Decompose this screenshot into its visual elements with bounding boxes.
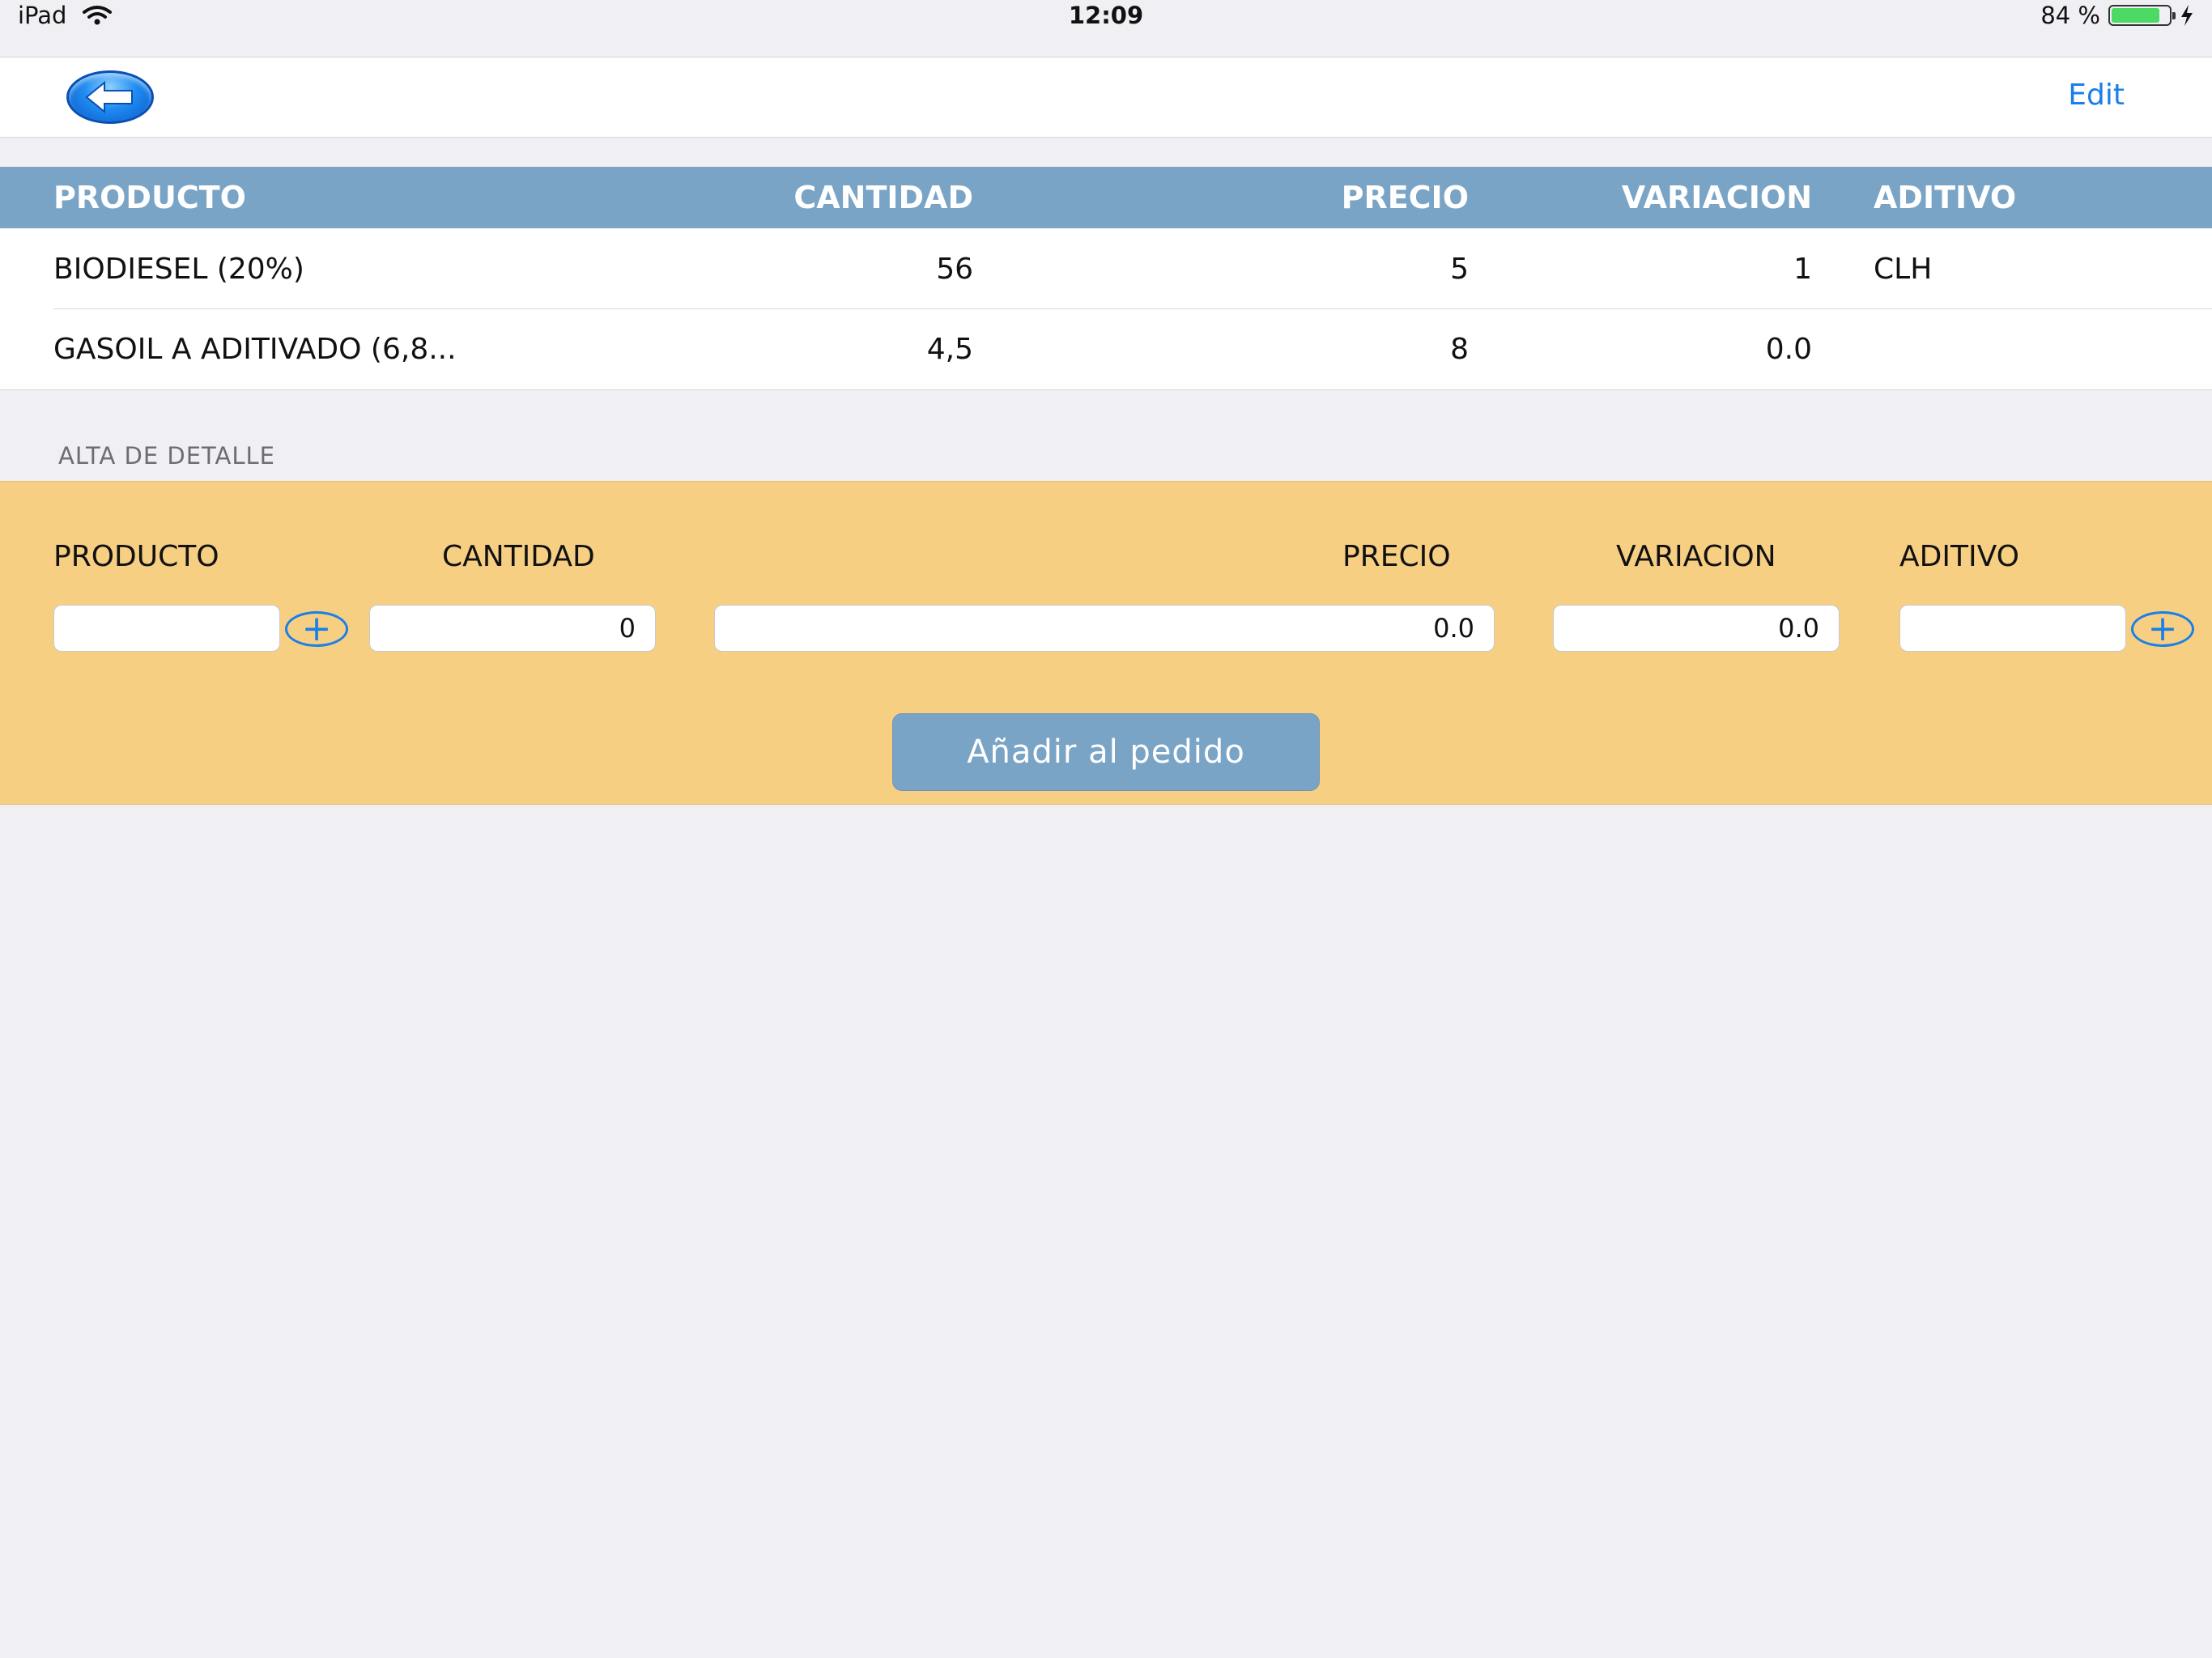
cell-variacion: 0.0 xyxy=(1765,333,1812,366)
header-precio: PRECIO xyxy=(1341,180,1469,215)
battery-percent: 84 % xyxy=(2040,2,2100,29)
label-cantidad: CANTIDAD xyxy=(442,540,595,573)
nav-bar: Edit xyxy=(0,57,2212,138)
status-time: 12:09 xyxy=(1068,2,1144,29)
cell-precio: 8 xyxy=(1450,333,1469,366)
battery-icon xyxy=(2108,5,2176,26)
aditivo-input[interactable] xyxy=(1899,605,2126,652)
table-header: PRODUCTO CANTIDAD PRECIO VARIACION ADITI… xyxy=(0,167,2212,228)
plus-icon: + xyxy=(2147,608,2178,649)
charging-icon xyxy=(2181,5,2193,26)
add-aditivo-button[interactable]: + xyxy=(2131,611,2194,647)
label-aditivo: ADITIVO xyxy=(1899,540,2019,573)
cell-cantidad: 4,5 xyxy=(926,333,973,366)
table-row[interactable]: GASOIL A ADITIVADO (6,8... 4,5 8 0.0 xyxy=(0,309,2212,390)
cell-aditivo: CLH xyxy=(1874,252,1933,286)
back-arrow-icon xyxy=(85,80,133,114)
header-cantidad: CANTIDAD xyxy=(793,180,973,215)
cantidad-input[interactable] xyxy=(369,605,656,652)
producto-input[interactable] xyxy=(53,605,280,652)
add-to-order-button[interactable]: Añadir al pedido xyxy=(892,713,1320,791)
header-aditivo: ADITIVO xyxy=(1874,180,2017,215)
add-producto-button[interactable]: + xyxy=(285,611,348,647)
label-precio: PRECIO xyxy=(1342,540,1451,573)
label-variacion: VARIACION xyxy=(1616,540,1776,573)
precio-input[interactable] xyxy=(714,605,1495,652)
status-right: 84 % xyxy=(2040,2,2194,29)
section-label-alta-detalle: ALTA DE DETALLE xyxy=(58,442,275,470)
detail-form-panel: PRODUCTO CANTIDAD PRECIO VARIACION ADITI… xyxy=(0,481,2212,805)
table-row[interactable]: BIODIESEL (20%) 56 5 1 CLH xyxy=(0,228,2212,309)
variacion-input[interactable] xyxy=(1553,605,1840,652)
label-producto: PRODUCTO xyxy=(53,540,219,573)
header-producto: PRODUCTO xyxy=(53,180,246,215)
back-button[interactable] xyxy=(66,70,154,124)
plus-icon: + xyxy=(301,608,332,649)
cell-cantidad: 56 xyxy=(936,252,973,286)
cell-producto: BIODIESEL (20%) xyxy=(53,252,304,286)
status-bar: iPad 12:09 84 % xyxy=(0,0,2212,32)
battery-fill xyxy=(2112,8,2159,23)
header-variacion: VARIACION xyxy=(1621,180,1812,215)
cell-variacion: 1 xyxy=(1793,252,1812,286)
cell-precio: 5 xyxy=(1450,252,1469,286)
cell-producto: GASOIL A ADITIVADO (6,8... xyxy=(53,333,457,366)
edit-button[interactable]: Edit xyxy=(2068,79,2125,112)
